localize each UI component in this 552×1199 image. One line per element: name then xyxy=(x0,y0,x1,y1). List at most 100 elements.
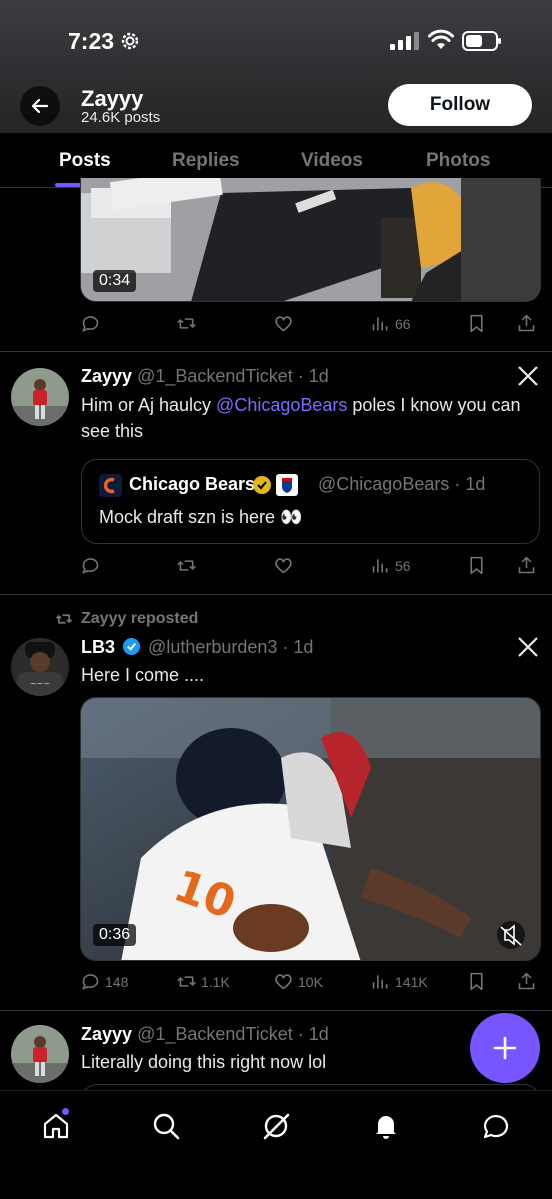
heart-icon xyxy=(275,558,292,574)
mention-link[interactable]: @ChicagoBears xyxy=(216,395,347,415)
author-handle: @1_BackendTicket · 1d xyxy=(137,1024,329,1044)
post-divider xyxy=(0,594,552,595)
gear-icon xyxy=(121,32,139,50)
repost-icon xyxy=(177,318,196,329)
quoted-text: Mock draft szn is here 👀 xyxy=(99,507,303,527)
quoted-post[interactable]: Chicago Bears @ChicagoBears · 1d Mock dr… xyxy=(81,459,540,544)
repost-label: Zayyy reposted xyxy=(81,610,199,627)
reply-button[interactable] xyxy=(80,555,101,576)
repost-icon xyxy=(177,976,196,987)
repost-button[interactable] xyxy=(176,555,197,576)
home-icon[interactable] xyxy=(41,1111,71,1141)
arrow-left-icon xyxy=(31,98,49,114)
bookmark-button[interactable] xyxy=(466,313,487,334)
view-count: 66 xyxy=(395,315,411,332)
views-button[interactable]: 56 xyxy=(370,555,411,576)
bookmark-icon xyxy=(470,972,483,991)
profile-post-count: 24.6K posts xyxy=(81,109,161,126)
author-handle: @1_BackendTicket · 1d xyxy=(137,366,329,386)
avatar[interactable] xyxy=(11,368,69,426)
x-logo-icon xyxy=(518,637,538,657)
tab-videos[interactable]: Videos xyxy=(301,150,363,172)
back-button[interactable] xyxy=(20,86,60,126)
mute-button[interactable] xyxy=(497,920,527,950)
repost-button[interactable] xyxy=(176,313,197,334)
tab-posts[interactable]: Posts xyxy=(59,150,111,172)
heart-icon xyxy=(275,316,292,332)
view-count: 56 xyxy=(395,557,411,574)
tab-photos[interactable]: Photos xyxy=(426,150,490,172)
cellular-signal-icon xyxy=(390,32,419,50)
like-button[interactable] xyxy=(273,313,294,334)
author-name[interactable]: Zayyy xyxy=(81,1024,132,1044)
follow-button[interactable]: Follow xyxy=(388,84,532,126)
avatar[interactable]: ~~~ xyxy=(11,638,69,696)
svg-text:~~~: ~~~ xyxy=(30,679,50,688)
reply-icon xyxy=(82,316,99,332)
share-button[interactable] xyxy=(516,555,537,576)
author-name[interactable]: Zayyy xyxy=(81,366,132,386)
bears-logo-icon xyxy=(99,474,122,497)
avatar-image xyxy=(11,368,69,426)
messages-icon[interactable] xyxy=(481,1111,511,1141)
heart-icon xyxy=(275,974,292,990)
like-count: 10K xyxy=(298,973,323,990)
reply-button[interactable]: 148 xyxy=(80,971,128,992)
post-author-line: Zayyy @1_BackendTicket · 1d xyxy=(81,366,329,387)
share-button[interactable] xyxy=(516,971,537,992)
avatar[interactable] xyxy=(11,1025,69,1083)
nfl-badge-icon xyxy=(276,474,298,496)
bookmark-icon xyxy=(470,314,483,333)
view-count: 141K xyxy=(395,973,428,990)
author-handle: @lutherburden3 · 1d xyxy=(148,637,314,657)
video-duration: 0:34 xyxy=(93,270,137,292)
post-author-line: Zayyy @1_BackendTicket · 1d xyxy=(81,1024,329,1045)
repost-icon xyxy=(55,614,73,624)
status-bar: 7:23 xyxy=(0,0,552,80)
avatar-image xyxy=(11,1025,69,1083)
video-duration: 0:36 xyxy=(93,924,137,946)
search-icon[interactable] xyxy=(151,1111,181,1141)
notification-dot xyxy=(62,1108,69,1115)
reply-count: 148 xyxy=(105,973,129,990)
bookmark-button[interactable] xyxy=(466,971,487,992)
like-button[interactable]: 10K xyxy=(273,971,323,992)
avatar-image: ~~~ xyxy=(11,638,69,696)
header-row: Zayyy 24.6K posts Follow xyxy=(0,82,552,132)
author-name[interactable]: LB3 xyxy=(81,637,115,657)
share-icon xyxy=(518,314,535,332)
verified-badge-icon xyxy=(122,637,141,656)
repost-icon xyxy=(177,560,196,571)
tab-replies[interactable]: Replies xyxy=(172,150,240,172)
reply-button[interactable] xyxy=(80,313,101,334)
verified-gold-icon xyxy=(253,476,271,494)
repost-button[interactable]: 1.1K xyxy=(176,971,230,992)
status-time: 7:23 xyxy=(68,28,115,54)
post-divider xyxy=(0,351,552,352)
quoted-author-handle: @ChicagoBears · 1d xyxy=(318,474,486,494)
views-button[interactable]: 141K xyxy=(370,971,428,992)
bell-icon[interactable] xyxy=(371,1111,401,1141)
views-button[interactable]: 66 xyxy=(370,313,411,334)
repost-context[interactable]: Zayyy reposted xyxy=(55,610,198,628)
post-video[interactable]: 10 0:36 xyxy=(80,697,541,961)
bar-chart-icon xyxy=(372,559,388,573)
bottom-navigation xyxy=(0,1090,552,1199)
post-divider xyxy=(0,1010,552,1011)
like-button[interactable] xyxy=(273,555,294,576)
grok-icon[interactable] xyxy=(261,1111,291,1141)
video-thumbnail: 10 xyxy=(81,698,540,960)
bookmark-button[interactable] xyxy=(466,555,487,576)
post-actions: 148 1.1K 10K 141K xyxy=(80,971,540,995)
bar-chart-icon xyxy=(372,317,388,331)
share-button[interactable] xyxy=(516,313,537,334)
post-text: Him or Aj haulcy @ChicagoBears poles I k… xyxy=(81,395,521,441)
share-icon xyxy=(518,556,535,574)
quoted-author-name: Chicago Bears xyxy=(129,474,256,494)
compose-button[interactable] xyxy=(470,1013,540,1083)
reply-icon xyxy=(82,974,99,990)
post-video[interactable]: 0:34 xyxy=(80,178,541,302)
wifi-icon xyxy=(428,29,454,49)
bookmark-icon xyxy=(470,556,483,575)
share-icon xyxy=(518,972,535,990)
